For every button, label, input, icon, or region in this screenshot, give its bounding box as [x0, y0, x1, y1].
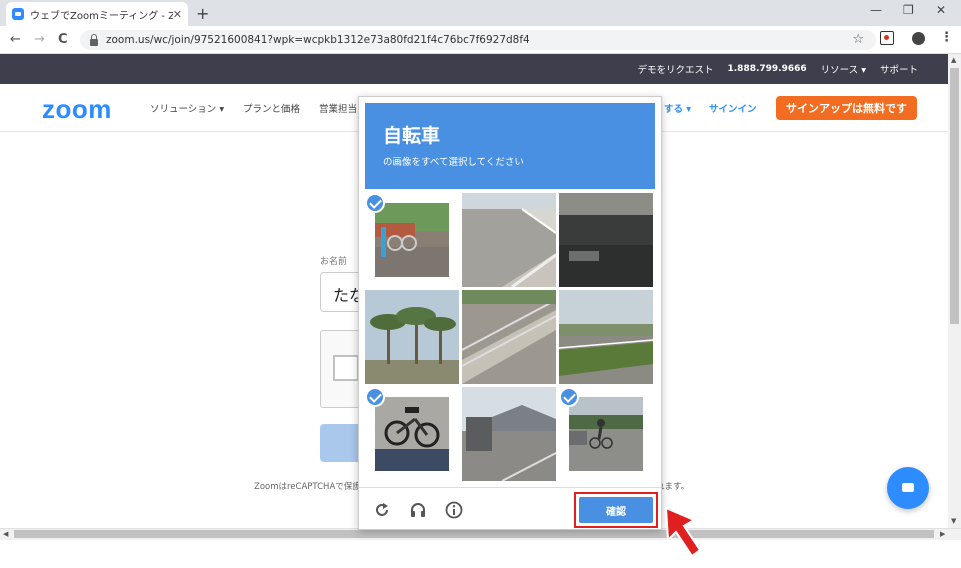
- profile-avatar-icon[interactable]: [912, 32, 925, 45]
- back-icon[interactable]: ←: [10, 32, 21, 47]
- support-link[interactable]: サポート: [880, 62, 918, 76]
- info-icon[interactable]: [445, 501, 463, 519]
- bookmark-star-icon[interactable]: ☆: [852, 32, 864, 47]
- zoom-favicon-icon: [12, 8, 24, 20]
- challenge-instruction: の画像をすべて選択してください: [383, 157, 524, 168]
- scroll-up-icon[interactable]: ▲: [951, 56, 956, 64]
- browser-tab[interactable]: ウェブでZoomミーティング - Zoom ✕: [6, 2, 188, 26]
- scroll-down-icon[interactable]: ▼: [951, 517, 956, 525]
- tab-title: ウェブでZoomミーティング - Zoom: [30, 10, 173, 22]
- pointer-arrow-icon: [664, 506, 702, 558]
- tile-image: [462, 290, 556, 384]
- minimize-icon[interactable]: —: [870, 3, 882, 17]
- nav-plans[interactable]: プランと価格: [243, 101, 300, 115]
- reload-challenge-icon[interactable]: [373, 501, 391, 519]
- nav-solutions[interactable]: ソリューション ▾: [150, 101, 224, 115]
- captcha-tile[interactable]: [559, 193, 653, 287]
- chat-bubble-icon[interactable]: [887, 467, 929, 509]
- captcha-tile[interactable]: [559, 387, 653, 481]
- horizontal-scroll-thumb[interactable]: [14, 530, 934, 538]
- browser-toolbar: ← → C zoom.us/wc/join/97521600841?wpk=wc…: [0, 26, 961, 54]
- captcha-tile[interactable]: [365, 387, 459, 481]
- vertical-scroll-thumb[interactable]: [950, 68, 959, 324]
- nav-sales[interactable]: 営業担当: [319, 101, 357, 115]
- scroll-right-icon[interactable]: ▶: [940, 530, 945, 538]
- tile-image: [365, 290, 459, 384]
- new-tab-icon[interactable]: +: [196, 4, 209, 23]
- audio-challenge-icon[interactable]: [409, 501, 427, 519]
- challenge-footer: 確認: [359, 487, 661, 529]
- zoom-top-bar: デモをリクエスト 1.888.799.9666 リソース ▾ サポート: [0, 54, 948, 84]
- window-close-icon[interactable]: ✕: [936, 3, 946, 17]
- nav-host[interactable]: する ▾: [664, 101, 691, 115]
- zoom-logo[interactable]: zoom: [42, 94, 112, 125]
- tile-image: [462, 193, 556, 287]
- recaptcha-challenge: 自転車 の画像をすべて選択してください 確認: [358, 96, 662, 530]
- verify-button[interactable]: 確認: [579, 497, 653, 523]
- challenge-header: 自転車 の画像をすべて選択してください: [365, 103, 655, 189]
- lock-icon: [90, 33, 98, 46]
- captcha-tile[interactable]: [462, 193, 556, 287]
- tile-image: [375, 397, 449, 471]
- signup-button[interactable]: サインアップは無料です: [776, 96, 917, 120]
- tile-image: [462, 387, 556, 481]
- verify-highlight: 確認: [574, 492, 658, 528]
- tab-strip: ウェブでZoomミーティング - Zoom ✕ + — ❐ ✕: [0, 0, 961, 26]
- screen: ウェブでZoomミーティング - Zoom ✕ + — ❐ ✕ ← → C zo…: [0, 0, 961, 568]
- resources-menu[interactable]: リソース ▾: [821, 62, 866, 76]
- tile-image: [559, 290, 653, 384]
- name-label: お名前: [320, 257, 348, 267]
- selected-check-icon: [559, 387, 579, 407]
- phone-number[interactable]: 1.888.799.9666: [728, 64, 807, 74]
- captcha-tile[interactable]: [365, 290, 459, 384]
- restore-icon[interactable]: ❐: [903, 3, 914, 17]
- scroll-left-icon[interactable]: ◀: [3, 530, 8, 538]
- captcha-tile[interactable]: [462, 387, 556, 481]
- selected-check-icon: [365, 387, 385, 407]
- recaptcha-notice: ZoomはreCAPTCHAで保護: [254, 482, 361, 492]
- captcha-tile[interactable]: [559, 290, 653, 384]
- challenge-title: 自転車: [383, 125, 441, 147]
- nav-signin[interactable]: サインイン: [709, 101, 757, 115]
- address-bar[interactable]: zoom.us/wc/join/97521600841?wpk=wcpkb131…: [80, 30, 876, 50]
- tile-image: [375, 203, 449, 277]
- tab-close-icon[interactable]: ✕: [173, 8, 182, 21]
- browser-menu-icon[interactable]: ⋮: [940, 30, 953, 45]
- captcha-tile[interactable]: [365, 193, 459, 287]
- url-text: zoom.us/wc/join/97521600841?wpk=wcpkb131…: [106, 34, 530, 46]
- reload-icon[interactable]: C: [58, 32, 68, 47]
- tile-image: [569, 397, 643, 471]
- extension-icon[interactable]: [880, 31, 894, 45]
- request-demo-link[interactable]: デモをリクエスト: [637, 62, 713, 76]
- captcha-tile[interactable]: [462, 290, 556, 384]
- tile-image: [559, 193, 653, 287]
- recaptcha-checkbox[interactable]: [333, 355, 359, 381]
- forward-icon[interactable]: →: [34, 32, 45, 47]
- selected-check-icon: [365, 193, 385, 213]
